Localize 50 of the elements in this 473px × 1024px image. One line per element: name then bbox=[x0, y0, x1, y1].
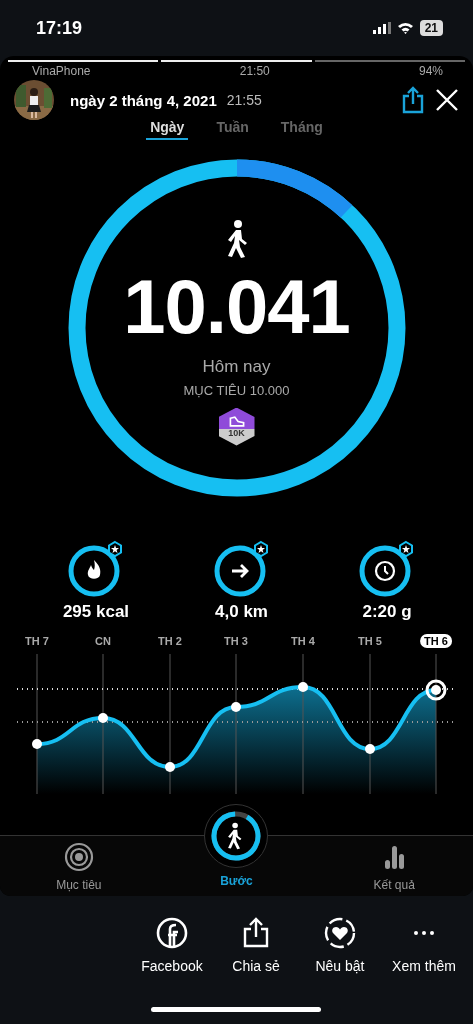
stat-value: 2:20 g bbox=[362, 602, 412, 622]
story-time: 21:55 bbox=[226, 92, 262, 108]
status-time: 17:19 bbox=[36, 17, 83, 39]
inner-battery: 94% bbox=[418, 64, 443, 80]
nav-item[interactable]: Mục tiêu bbox=[23, 842, 134, 892]
facebook-icon bbox=[155, 916, 189, 950]
goal-label: MỤC TIÊU 10.000 bbox=[183, 382, 290, 398]
period-tab[interactable]: Tuần bbox=[212, 118, 253, 140]
story-date: ngày 2 tháng 4, 2021 bbox=[70, 91, 217, 109]
share-action[interactable]: Chia sẻ bbox=[215, 916, 297, 974]
shoe-icon bbox=[228, 415, 245, 427]
goal-badge: 10K bbox=[218, 407, 255, 446]
data-point[interactable] bbox=[365, 744, 375, 754]
nav-item[interactable]: Kết quả bbox=[339, 842, 450, 892]
period-tab[interactable]: Tháng bbox=[276, 118, 327, 140]
day-label[interactable]: TH 3 bbox=[220, 634, 252, 648]
day-label[interactable]: CN bbox=[91, 634, 115, 648]
target-icon bbox=[63, 842, 94, 872]
arrow-icon bbox=[212, 540, 271, 598]
data-point[interactable] bbox=[98, 713, 108, 723]
share-icon[interactable] bbox=[401, 86, 425, 114]
battery-level: 21 bbox=[419, 20, 443, 36]
stat-value: 4,0 km bbox=[215, 602, 268, 622]
signal-icon bbox=[372, 22, 391, 34]
step-count: 10.041 bbox=[123, 268, 350, 345]
share-action[interactable]: Facebook bbox=[131, 916, 213, 974]
period-tab[interactable]: Ngày bbox=[146, 118, 189, 140]
day-label[interactable]: TH 2 bbox=[154, 634, 186, 648]
inner-time: 21:50 bbox=[239, 64, 270, 80]
stat-value: 295 kcal bbox=[62, 602, 130, 622]
carrier-name: VinaPhone bbox=[32, 64, 91, 80]
data-point[interactable] bbox=[298, 682, 308, 692]
data-point[interactable] bbox=[231, 702, 241, 712]
day-label[interactable]: TH 4 bbox=[287, 634, 319, 648]
more-icon bbox=[413, 930, 435, 936]
heart-circle-icon bbox=[323, 916, 357, 950]
period-label: Hôm nay bbox=[202, 356, 271, 377]
data-point[interactable] bbox=[32, 739, 42, 749]
close-icon[interactable] bbox=[435, 88, 459, 112]
day-label[interactable]: TH 7 bbox=[21, 634, 53, 648]
wifi-icon bbox=[396, 22, 414, 34]
flame-icon bbox=[67, 540, 125, 598]
selected-point[interactable] bbox=[425, 679, 447, 701]
data-point[interactable] bbox=[165, 762, 175, 772]
nav-item[interactable]: Bước bbox=[181, 804, 292, 892]
clock-icon bbox=[358, 540, 416, 598]
day-label[interactable]: TH 6 bbox=[420, 634, 452, 648]
day-label[interactable]: TH 5 bbox=[354, 634, 386, 648]
share-action[interactable]: Xem thêm bbox=[383, 916, 465, 974]
share-action[interactable]: Nêu bật bbox=[299, 916, 381, 974]
